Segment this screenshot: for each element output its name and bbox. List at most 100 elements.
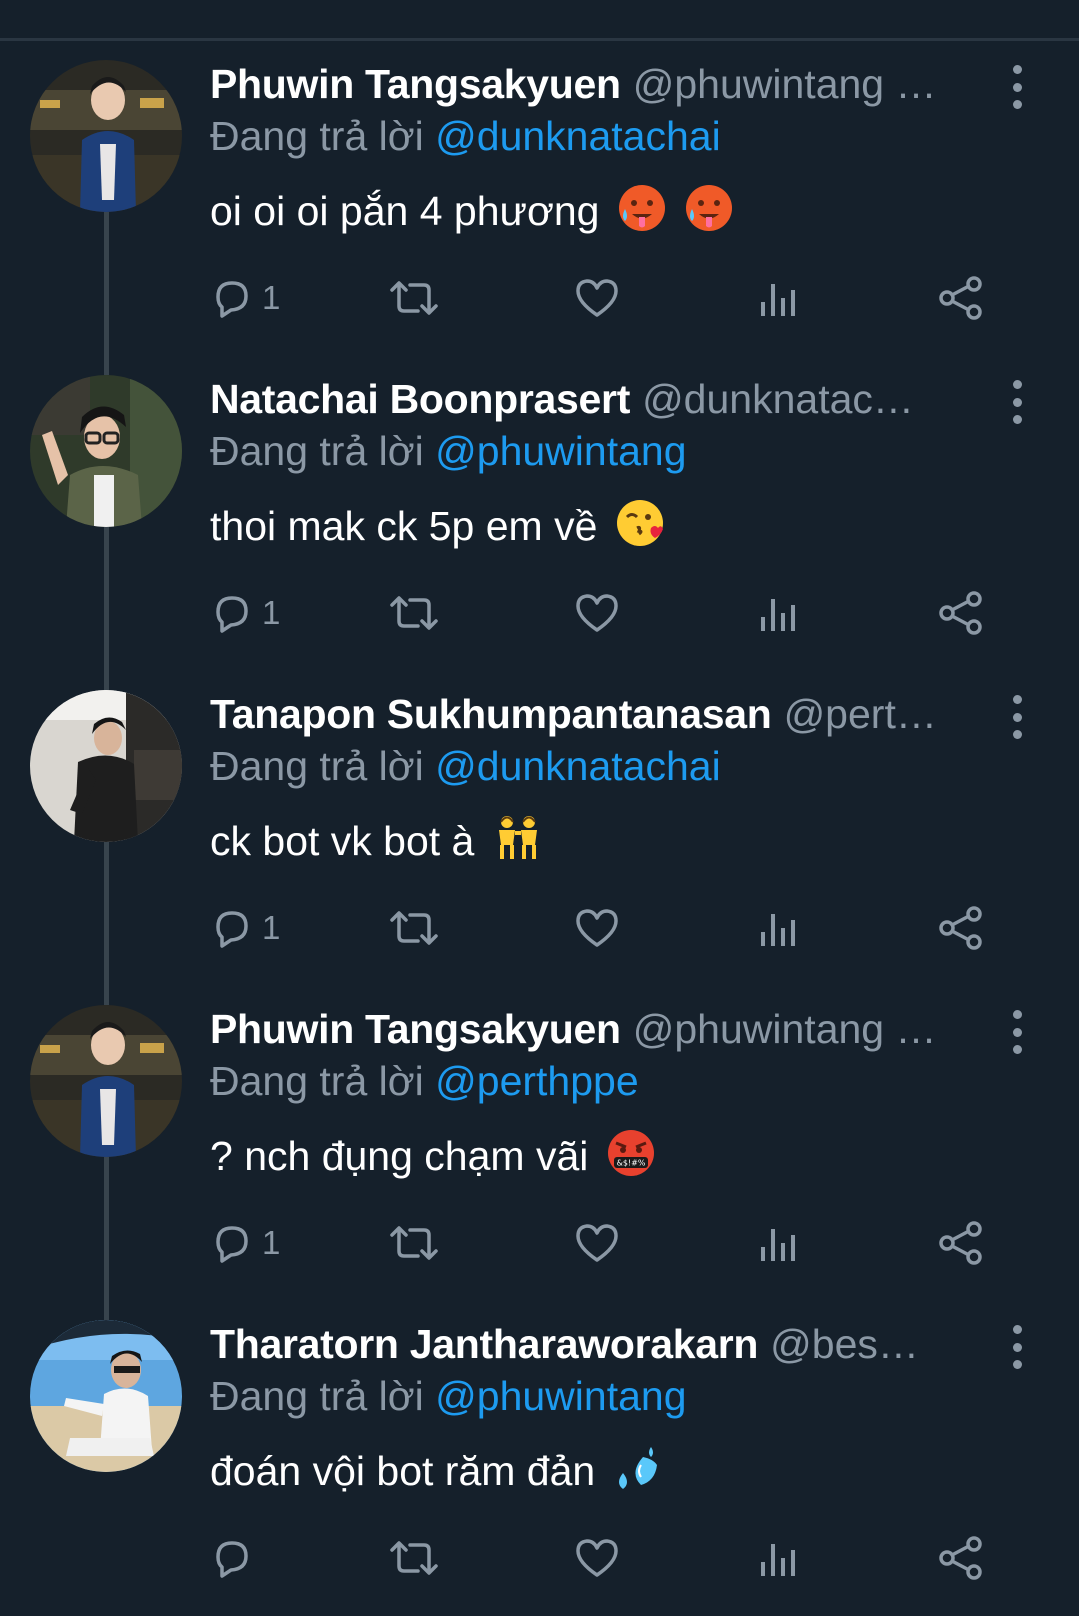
avatar[interactable] <box>30 60 182 212</box>
display-name[interactable]: Tharatorn Jantharaworakarn <box>210 1321 758 1368</box>
thread-connector <box>104 842 109 986</box>
user-handle[interactable]: @bes… <box>770 1321 980 1368</box>
tweet[interactable]: Tanapon Sukhumpantanasan @pert… Đang trả… <box>0 668 1079 986</box>
analytics-icon <box>761 599 795 631</box>
share-button[interactable] <box>938 1533 984 1583</box>
reply-button[interactable]: 1 <box>210 903 280 953</box>
views-button[interactable] <box>758 1533 798 1583</box>
cursing-face-emoji: &$!#% <box>606 1128 656 1190</box>
like-button[interactable] <box>574 1533 620 1583</box>
share-icon <box>939 906 982 950</box>
share-button[interactable] <box>938 588 984 638</box>
hot-face-emoji <box>617 183 667 245</box>
display-name[interactable]: Tanapon Sukhumpantanasan <box>210 691 772 738</box>
tweet-header: Phuwin Tangsakyuen @phuwintang … <box>210 1003 980 1055</box>
reply-count: 1 <box>262 279 281 316</box>
retweet-button[interactable] <box>388 1218 440 1268</box>
replying-to: Đang trả lời @dunknatachai <box>210 113 721 160</box>
thread-connector <box>104 527 109 671</box>
avatar[interactable] <box>30 375 182 527</box>
retweet-icon <box>390 281 438 315</box>
retweet-icon <box>390 596 438 630</box>
tweet[interactable]: Tharatorn Jantharaworakarn @bes… Đang tr… <box>0 1298 1079 1616</box>
user-handle[interactable]: @phuwintang … <box>633 61 980 108</box>
replying-to: Đang trả lời @phuwintang <box>210 1373 687 1420</box>
replying-to-mention[interactable]: @phuwintang <box>435 1373 686 1419</box>
retweet-button[interactable] <box>388 588 440 638</box>
reply-icon <box>216 911 248 948</box>
reply-button[interactable]: 1 <box>210 273 280 323</box>
views-button[interactable] <box>758 588 798 638</box>
share-button[interactable] <box>938 273 984 323</box>
tweet-header: Natachai Boonprasert @dunknatac… <box>210 373 980 425</box>
like-button[interactable] <box>574 1218 620 1268</box>
tweet-header: Tanapon Sukhumpantanasan @pert… <box>210 688 980 740</box>
more-options-icon[interactable] <box>1003 695 1031 739</box>
reply-button[interactable]: 1 <box>210 1218 280 1268</box>
like-button[interactable] <box>574 588 620 638</box>
thread-connector <box>104 668 109 690</box>
tweet[interactable]: Phuwin Tangsakyuen @phuwintang … Đang tr… <box>0 41 1079 356</box>
avatar[interactable] <box>30 690 182 842</box>
tweet[interactable]: Phuwin Tangsakyuen @phuwintang … Đang tr… <box>0 983 1079 1301</box>
action-bar <box>210 1533 1010 1583</box>
replying-to-mention[interactable]: @dunknatachai <box>435 113 721 159</box>
replying-to-mention[interactable]: @dunknatachai <box>435 743 721 789</box>
heart-icon <box>576 594 618 632</box>
like-button[interactable] <box>574 273 620 323</box>
views-button[interactable] <box>758 1218 798 1268</box>
tweet-text-content: oi oi oi pắn 4 phương <box>210 187 600 234</box>
tweet-header: Phuwin Tangsakyuen @phuwintang … <box>210 58 980 110</box>
share-icon <box>939 1536 982 1580</box>
share-button[interactable] <box>938 1218 984 1268</box>
replying-to-mention[interactable]: @phuwintang <box>435 428 686 474</box>
tweet-text: thoi mak ck 5p em về <box>210 498 665 560</box>
retweet-button[interactable] <box>388 1533 440 1583</box>
reply-icon <box>216 281 248 318</box>
tweet-text-content: ? nch đụng chạm vãi <box>210 1132 589 1179</box>
reply-thread: Phuwin Tangsakyuen @phuwintang … Đang tr… <box>0 41 1079 1616</box>
tweet-header: Tharatorn Jantharaworakarn @bes… <box>210 1318 980 1370</box>
analytics-icon <box>761 284 795 316</box>
share-icon <box>939 591 982 635</box>
replying-to: Đang trả lời @perthppe <box>210 1058 639 1105</box>
analytics-icon <box>761 1229 795 1261</box>
reply-button[interactable] <box>210 1533 262 1583</box>
user-handle[interactable]: @dunknatac… <box>642 376 980 423</box>
share-icon <box>939 276 982 320</box>
action-bar: 1 <box>210 588 1010 638</box>
reply-button[interactable]: 1 <box>210 588 280 638</box>
replying-to: Đang trả lời @dunknatachai <box>210 743 721 790</box>
replying-to-label: Đang trả lời <box>210 428 424 474</box>
avatar[interactable] <box>30 1320 182 1472</box>
tweet-text-content: ck bot vk bot à <box>210 817 475 864</box>
share-button[interactable] <box>938 903 984 953</box>
replying-to-mention[interactable]: @perthppe <box>435 1058 638 1104</box>
kissing-heart-emoji <box>615 498 665 560</box>
like-button[interactable] <box>574 903 620 953</box>
user-handle[interactable]: @phuwintang … <box>633 1006 980 1053</box>
heart-icon <box>576 1539 618 1577</box>
more-options-icon[interactable] <box>1003 1325 1031 1369</box>
tweet[interactable]: Natachai Boonprasert @dunknatac… Đang tr… <box>0 353 1079 671</box>
more-options-icon[interactable] <box>1003 380 1031 424</box>
heart-icon <box>576 909 618 947</box>
display-name[interactable]: Phuwin Tangsakyuen <box>210 1006 621 1053</box>
retweet-button[interactable] <box>388 273 440 323</box>
thread-connector <box>104 212 109 356</box>
views-button[interactable] <box>758 903 798 953</box>
views-button[interactable] <box>758 273 798 323</box>
reply-count: 1 <box>262 1224 281 1261</box>
more-options-icon[interactable] <box>1003 1010 1031 1054</box>
action-bar: 1 <box>210 273 1010 323</box>
display-name[interactable]: Phuwin Tangsakyuen <box>210 61 621 108</box>
retweet-icon <box>390 911 438 945</box>
display-name[interactable]: Natachai Boonprasert <box>210 376 630 423</box>
hot-face-emoji <box>684 183 734 245</box>
user-handle[interactable]: @pert… <box>784 691 980 738</box>
retweet-button[interactable] <box>388 903 440 953</box>
action-bar: 1 <box>210 1218 1010 1268</box>
replying-to: Đang trả lời @phuwintang <box>210 428 687 475</box>
avatar[interactable] <box>30 1005 182 1157</box>
more-options-icon[interactable] <box>1003 65 1031 109</box>
